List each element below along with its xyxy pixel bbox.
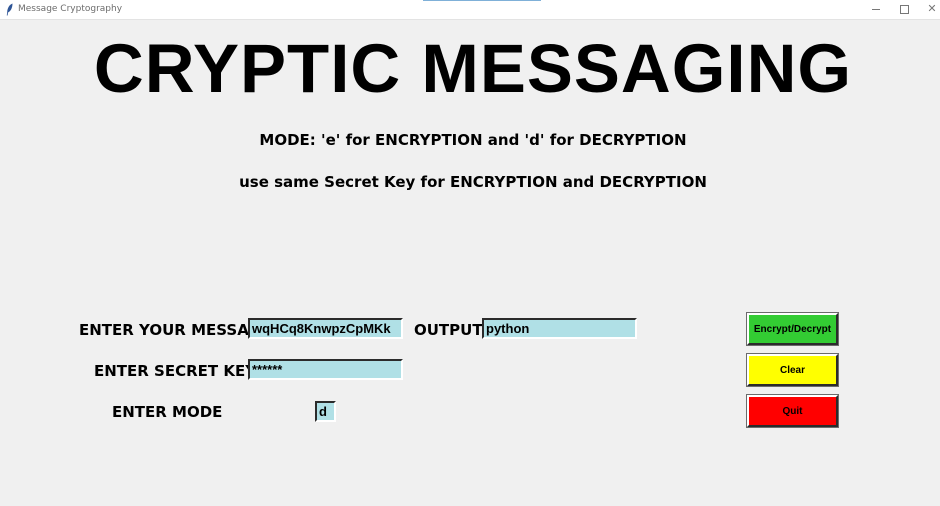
- mode-input[interactable]: [315, 401, 336, 422]
- message-label: ENTER YOUR MESSAGE: [79, 321, 272, 339]
- close-icon: ✕: [927, 3, 937, 15]
- title-bar-accent: [423, 0, 541, 1]
- quit-button[interactable]: Quit: [746, 394, 839, 428]
- mode-label: ENTER MODE: [112, 403, 223, 421]
- encrypt-decrypt-button[interactable]: Encrypt/Decrypt: [746, 312, 839, 346]
- maximize-button[interactable]: [890, 0, 918, 19]
- title-bar: Message Cryptography ✕: [0, 0, 940, 20]
- window-title: Message Cryptography: [18, 4, 123, 14]
- output-label: OUTPUT: [414, 321, 483, 339]
- minimize-icon: [872, 9, 880, 10]
- secret-key-input[interactable]: [248, 359, 403, 380]
- key-instructions: use same Secret Key for ENCRYPTION and D…: [239, 173, 707, 191]
- clear-button[interactable]: Clear: [746, 353, 839, 387]
- maximize-icon: [899, 5, 909, 14]
- output-field[interactable]: [482, 318, 637, 339]
- message-input[interactable]: [248, 318, 403, 339]
- mode-instructions: MODE: 'e' for ENCRYPTION and 'd' for DEC…: [259, 131, 687, 149]
- page-title: CRYPTIC MESSAGING: [93, 30, 853, 107]
- close-button[interactable]: ✕: [918, 0, 940, 19]
- minimize-button[interactable]: [862, 0, 890, 19]
- secret-key-label: ENTER SECRET KEY: [94, 362, 257, 380]
- feather-icon: [6, 3, 13, 16]
